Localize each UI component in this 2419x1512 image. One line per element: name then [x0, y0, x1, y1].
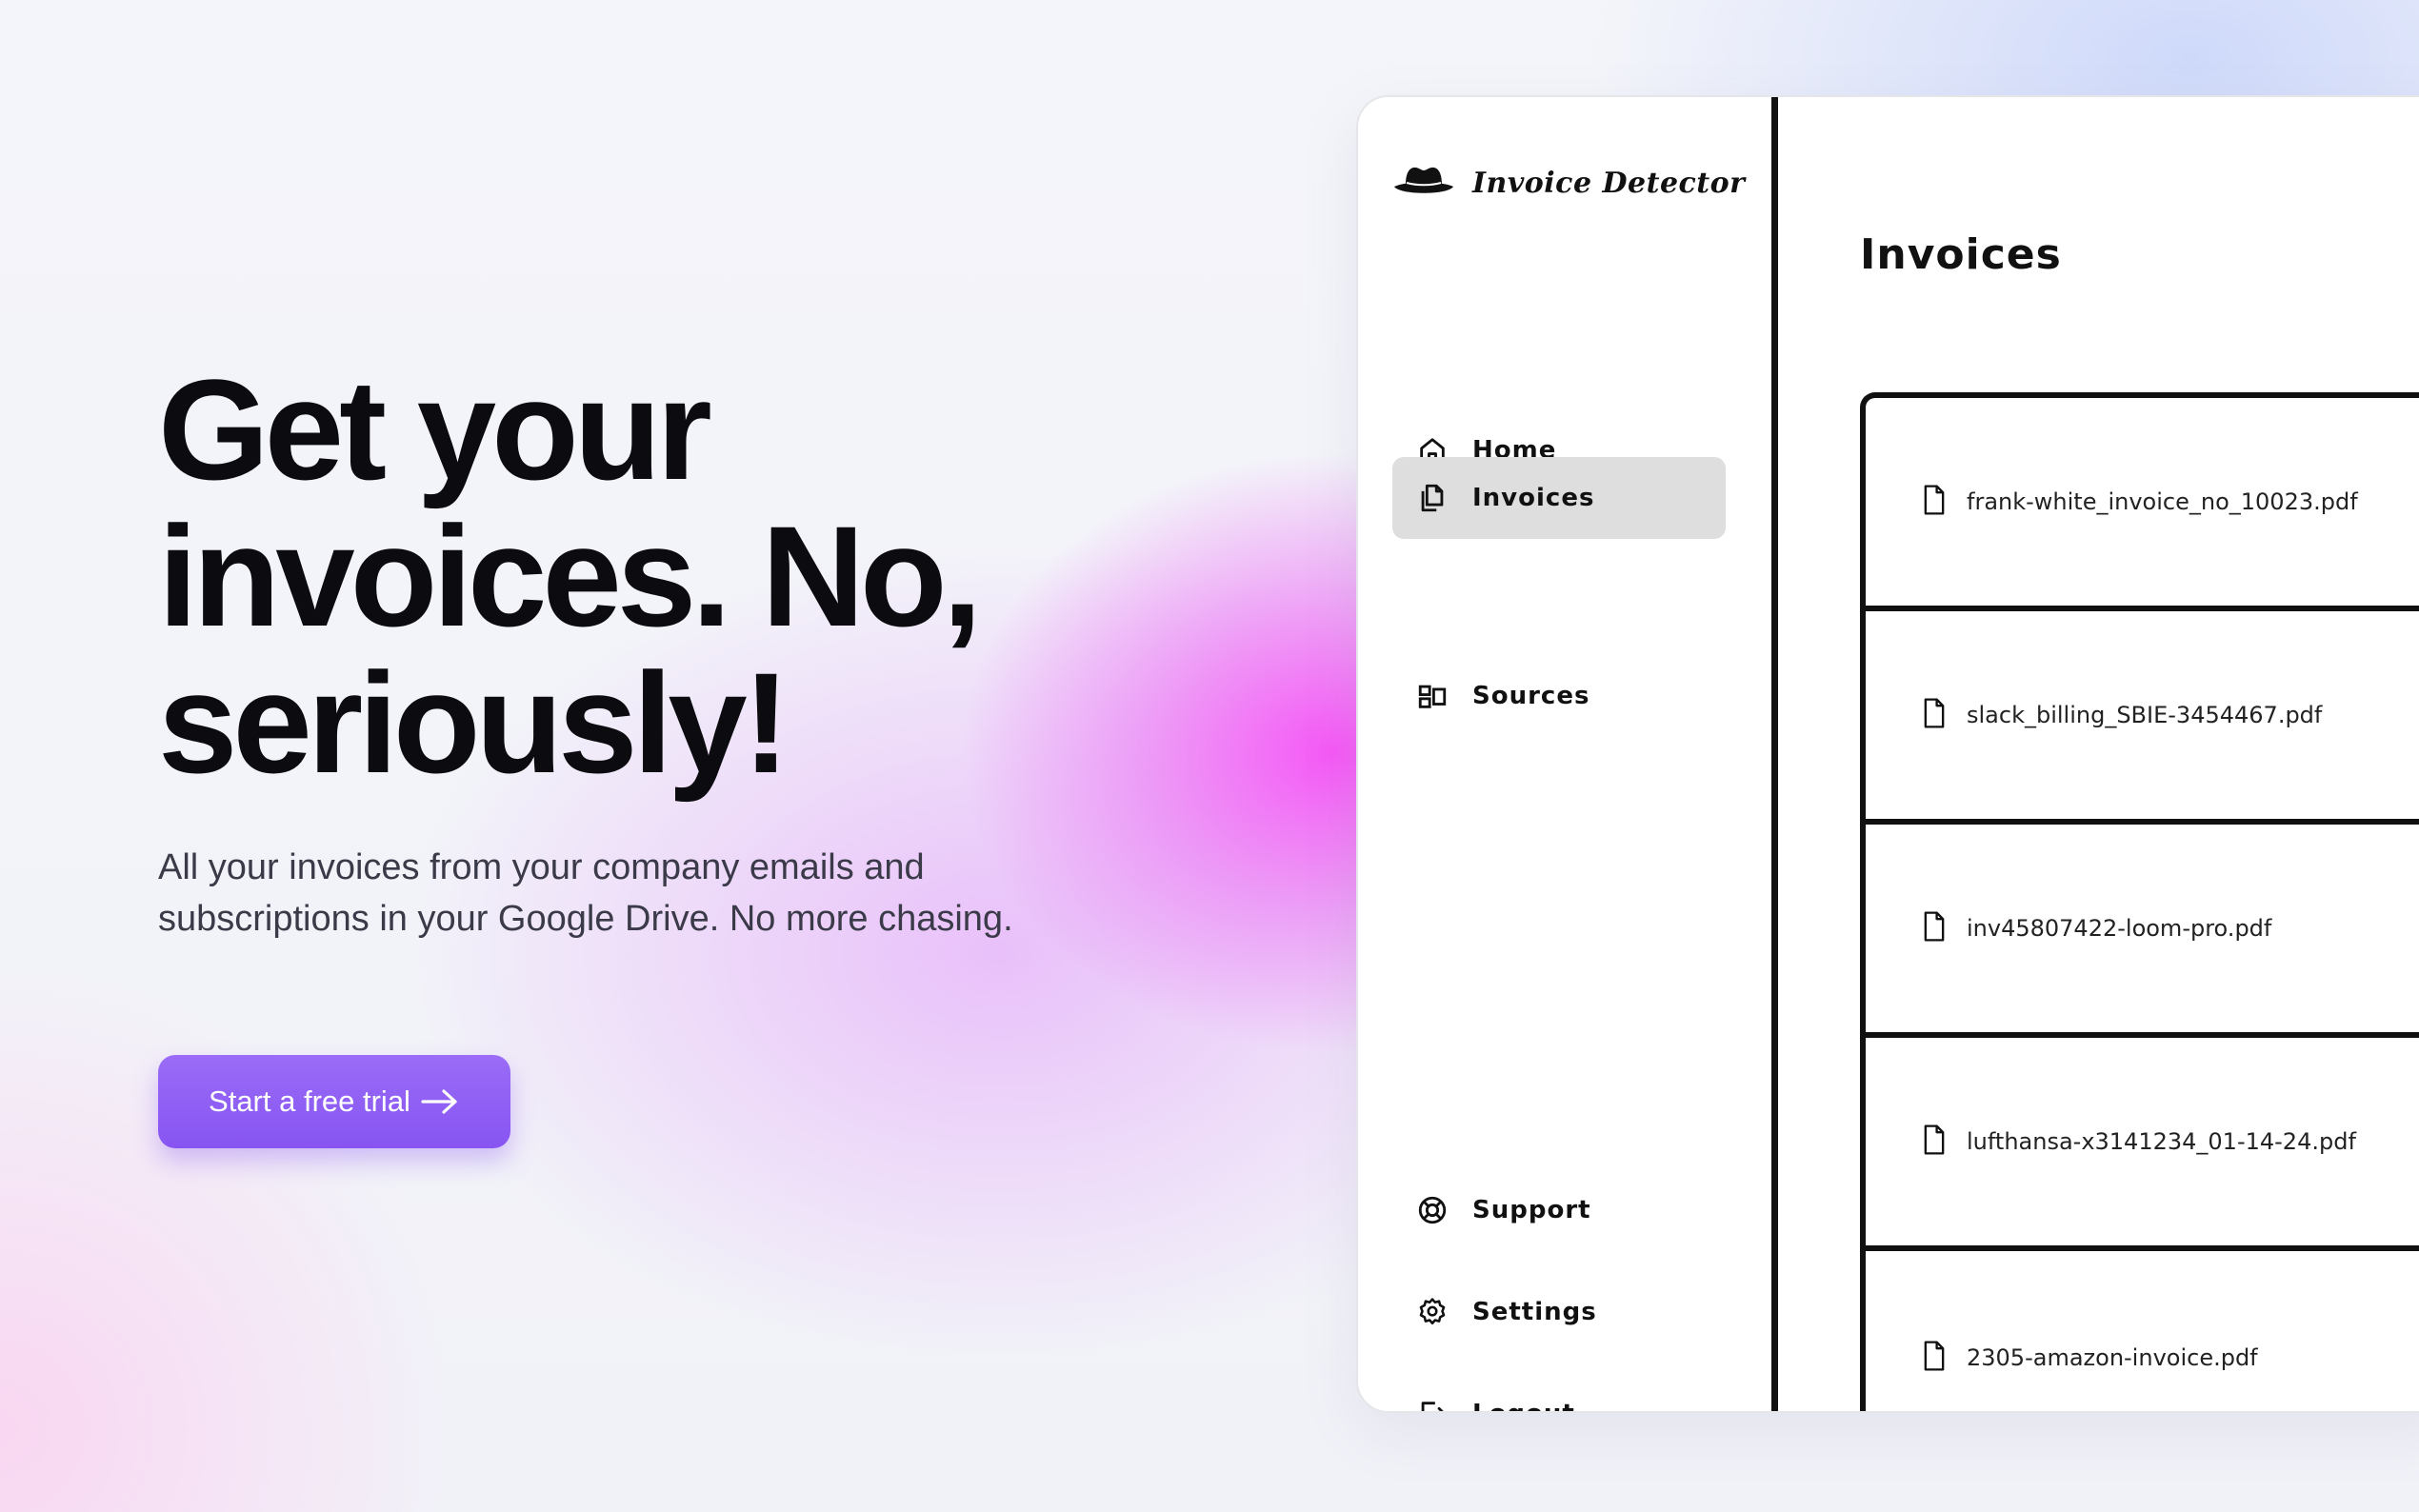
detective-hat-icon: [1392, 164, 1455, 203]
sources-icon: [1415, 679, 1449, 713]
invoice-filename: 2305-amazon-invoice.pdf: [1967, 1344, 2258, 1371]
sidebar-item-label: Sources: [1472, 682, 1590, 710]
hero-subtitle: All your invoices from your company emai…: [158, 842, 1110, 945]
app-logo[interactable]: Invoice Detector: [1392, 164, 1745, 203]
sidebar-divider: [1771, 97, 1778, 1411]
start-free-trial-label: Start a free trial: [209, 1084, 410, 1118]
invoice-filename: slack_billing_SBIE-3454467.pdf: [1967, 702, 2323, 728]
hero-title-line: seriously!: [158, 643, 790, 803]
sidebar-item-invoices[interactable]: Invoices: [1392, 457, 1726, 539]
invoice-filename: frank-white_invoice_no_10023.pdf: [1967, 488, 2358, 515]
hero-subtitle-line: All your invoices from your company emai…: [158, 847, 925, 887]
sidebar-item-support[interactable]: Support: [1392, 1169, 1726, 1251]
main-content: Invoices frank-white_invoice_no_10023.pd…: [1778, 97, 2419, 1411]
invoice-list: frank-white_invoice_no_10023.pdf slack_b…: [1860, 392, 2419, 1411]
start-free-trial-button[interactable]: Start a free trial: [158, 1055, 510, 1148]
lifebuoy-icon: [1415, 1193, 1449, 1227]
documents-icon: [1415, 481, 1449, 515]
app-preview-window: Invoice Detector Home Invoices Sources S…: [1356, 95, 2419, 1413]
file-icon: [1919, 697, 1949, 734]
hero-title-line: Get your: [158, 349, 712, 509]
file-icon: [1919, 1340, 1949, 1377]
sidebar-item-settings[interactable]: Settings: [1392, 1271, 1726, 1353]
invoice-row[interactable]: 2305-amazon-invoice.pdf: [1866, 1251, 2419, 1411]
sidebar-item-sources[interactable]: Sources: [1392, 655, 1726, 737]
sidebar-item-label: Support: [1472, 1196, 1591, 1224]
sidebar-item-label: Logout: [1472, 1400, 1575, 1411]
invoice-row[interactable]: slack_billing_SBIE-3454467.pdf: [1866, 611, 2419, 825]
arrow-right-icon: [420, 1086, 460, 1117]
app-logo-text: Invoice Detector: [1472, 167, 1746, 200]
invoice-row[interactable]: lufthansa-x3141234_01-14-24.pdf: [1866, 1038, 2419, 1251]
file-icon: [1919, 910, 1949, 947]
invoice-row[interactable]: frank-white_invoice_no_10023.pdf: [1866, 398, 2419, 611]
hero-title-line: invoices. No,: [158, 496, 982, 656]
page-title: Invoices: [1860, 230, 2062, 279]
logout-icon: [1415, 1397, 1449, 1411]
file-icon: [1919, 1124, 1949, 1161]
invoice-filename: lufthansa-x3141234_01-14-24.pdf: [1967, 1128, 2356, 1155]
sidebar: Invoice Detector Home Invoices Sources S…: [1358, 97, 1771, 1411]
invoice-row[interactable]: inv45807422-loom-pro.pdf: [1866, 825, 2419, 1038]
sidebar-item-label: Invoices: [1472, 484, 1595, 512]
gear-icon: [1415, 1295, 1449, 1329]
sidebar-item-logout[interactable]: Logout: [1392, 1373, 1726, 1411]
invoice-filename: inv45807422-loom-pro.pdf: [1967, 915, 2272, 942]
file-icon: [1919, 484, 1949, 521]
hero-title: Get your invoices. No, seriously!: [158, 356, 1091, 796]
hero-subtitle-line: subscriptions in your Google Drive. No m…: [158, 899, 1013, 939]
sidebar-item-label: Settings: [1472, 1298, 1597, 1326]
